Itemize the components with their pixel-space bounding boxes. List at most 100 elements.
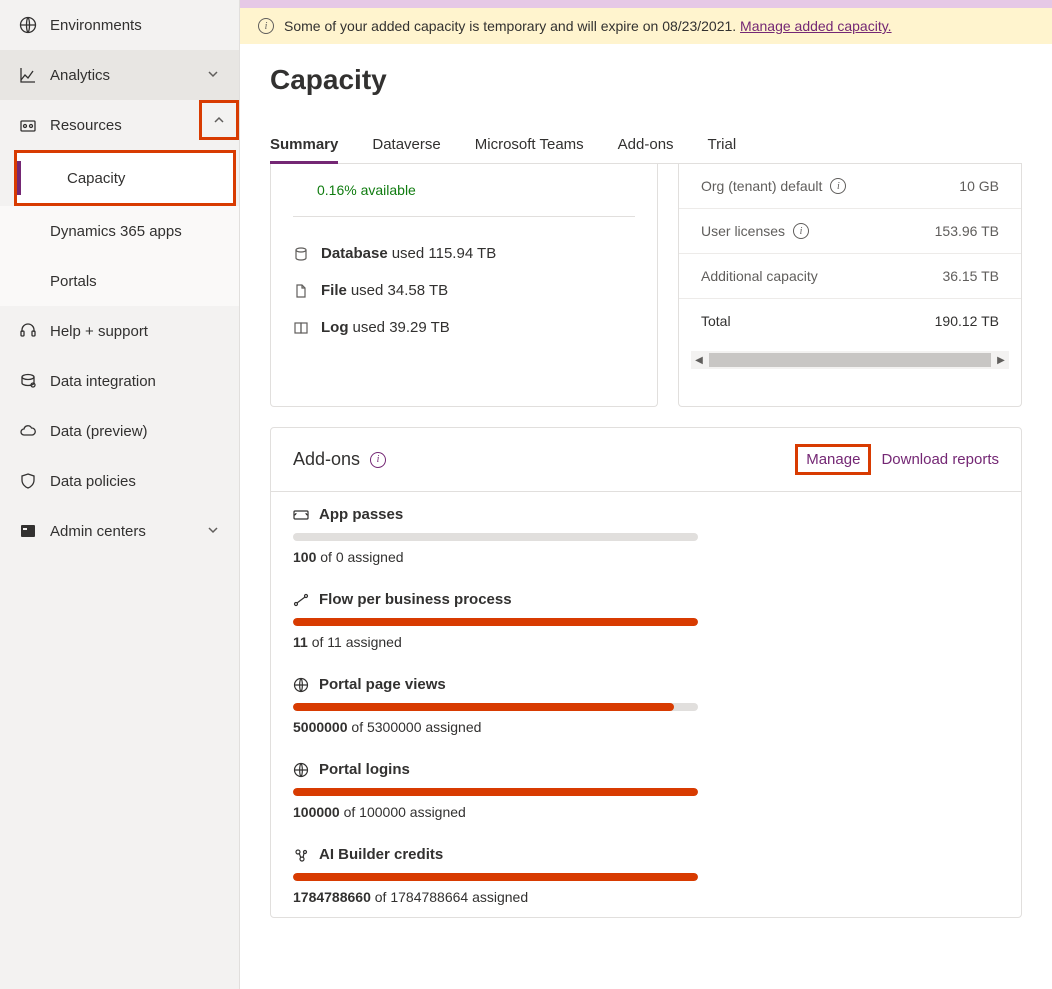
- highlight-manage-box: Manage: [795, 444, 871, 475]
- globe-icon: [293, 677, 309, 693]
- main: i Some of your added capacity is tempora…: [240, 0, 1052, 989]
- table-row: User licensesi 153.96 TB: [679, 209, 1021, 254]
- shield-icon: [18, 471, 38, 491]
- info-icon[interactable]: i: [830, 178, 846, 194]
- row-key: User licenses: [701, 223, 785, 239]
- ai-icon: [293, 847, 309, 863]
- globe-icon: [293, 762, 309, 778]
- notification-banner: i Some of your added capacity is tempora…: [240, 8, 1052, 44]
- horizontal-scrollbar[interactable]: ◀ ▶: [691, 351, 1009, 369]
- sidebar-label: Data integration: [50, 373, 221, 390]
- sidebar-item-data-preview[interactable]: Data (preview): [0, 406, 239, 456]
- scroll-right-icon[interactable]: ▶: [993, 355, 1009, 366]
- row-key: Additional capacity: [701, 268, 818, 284]
- banner-message: Some of your added capacity is temporary…: [284, 18, 740, 34]
- progress-bar: [293, 533, 698, 541]
- banner-text: Some of your added capacity is temporary…: [284, 18, 892, 34]
- chevron-down-icon: [207, 68, 221, 82]
- storage-usage-card: 0.16% available Database used 115.94 TB …: [270, 164, 658, 407]
- addon-name: Portal page views: [319, 676, 446, 693]
- sidebar-item-admin-centers[interactable]: Admin centers: [0, 506, 239, 556]
- sidebar-label: Help + support: [50, 323, 221, 340]
- usage-row-file: File used 34.58 TB: [293, 272, 635, 309]
- usage-row-log: Log used 39.29 TB: [293, 309, 635, 346]
- sidebar-label: Admin centers: [50, 523, 207, 540]
- sidebar-item-help[interactable]: Help + support: [0, 306, 239, 356]
- tabs: Summary Dataverse Microsoft Teams Add-on…: [270, 126, 1022, 164]
- addon-app-passes: App passes 100 of 0 assigned: [271, 492, 1021, 577]
- addon-name: Flow per business process: [319, 591, 512, 608]
- info-icon[interactable]: i: [370, 452, 386, 468]
- sidebar-label: Capacity: [67, 170, 215, 187]
- row-value: 10 GB: [959, 178, 999, 194]
- tab-dataverse[interactable]: Dataverse: [372, 126, 440, 163]
- tab-add-ons[interactable]: Add-ons: [618, 126, 674, 163]
- ticket-icon: [293, 508, 309, 522]
- sidebar-label: Data policies: [50, 473, 221, 490]
- sidebar-item-analytics[interactable]: Analytics: [0, 50, 239, 100]
- download-reports-link[interactable]: Download reports: [881, 451, 999, 468]
- addon-flow: Flow per business process 11 of 11 assig…: [271, 577, 1021, 662]
- manage-added-capacity-link[interactable]: Manage added capacity.: [740, 18, 892, 34]
- chevron-down-icon: [207, 524, 221, 538]
- page-title: Capacity: [270, 64, 1022, 96]
- log-icon: [293, 320, 309, 336]
- addon-ai-builder: AI Builder credits 1784788660 of 1784788…: [271, 832, 1021, 917]
- scrollbar-track[interactable]: [709, 353, 991, 367]
- sidebar-item-capacity[interactable]: Capacity: [14, 150, 236, 206]
- row-value: 36.15 TB: [942, 268, 999, 284]
- divider: [293, 216, 635, 217]
- info-icon[interactable]: i: [793, 223, 809, 239]
- sidebar-label: Environments: [50, 17, 221, 34]
- chart-icon: [18, 65, 38, 85]
- addon-meta: 100 of 0 assigned: [293, 549, 999, 565]
- content: Capacity Summary Dataverse Microsoft Tea…: [240, 44, 1052, 989]
- sidebar: Environments Analytics Resources Capacit…: [0, 0, 240, 989]
- capacity-sources-card: Org (tenant) defaulti 10 GB User license…: [678, 164, 1022, 407]
- sidebar-label: Dynamics 365 apps: [50, 223, 221, 240]
- sidebar-label: Resources: [50, 117, 221, 134]
- addon-portal-logins: Portal logins 100000 of 100000 assigned: [271, 747, 1021, 832]
- usage-text: Database used 115.94 TB: [321, 245, 496, 262]
- progress-bar: [293, 788, 698, 796]
- progress-bar: [293, 618, 698, 626]
- usage-row-database: Database used 115.94 TB: [293, 235, 635, 272]
- tab-trial[interactable]: Trial: [708, 126, 737, 163]
- headset-icon: [18, 321, 38, 341]
- addon-meta: 11 of 11 assigned: [293, 634, 999, 650]
- sidebar-item-dynamics365[interactable]: Dynamics 365 apps: [0, 206, 239, 256]
- progress-bar: [293, 703, 698, 711]
- manage-link[interactable]: Manage: [806, 451, 860, 468]
- table-row: Additional capacity 36.15 TB: [679, 254, 1021, 299]
- usage-text: File used 34.58 TB: [321, 282, 448, 299]
- sidebar-item-data-policies[interactable]: Data policies: [0, 456, 239, 506]
- addon-portal-views: Portal page views 5000000 of 5300000 ass…: [271, 662, 1021, 747]
- progress-bar: [293, 873, 698, 881]
- addons-title: Add-ons: [293, 449, 360, 470]
- tab-summary[interactable]: Summary: [270, 126, 338, 163]
- sidebar-item-data-integration[interactable]: Data integration: [0, 356, 239, 406]
- chevron-up-icon: [213, 114, 225, 126]
- sidebar-label: Analytics: [50, 67, 207, 84]
- addon-meta: 5000000 of 5300000 assigned: [293, 719, 999, 735]
- sidebar-label: Data (preview): [50, 423, 221, 440]
- addon-name: App passes: [319, 506, 403, 523]
- sidebar-item-environments[interactable]: Environments: [0, 0, 239, 50]
- row-value: 190.12 TB: [935, 313, 999, 329]
- accent-bar: [240, 0, 1052, 8]
- admin-icon: [18, 521, 38, 541]
- table-row: Org (tenant) defaulti 10 GB: [679, 164, 1021, 209]
- usage-text: Log used 39.29 TB: [321, 319, 450, 336]
- sidebar-item-portals[interactable]: Portals: [0, 256, 239, 306]
- addon-meta: 1784788660 of 1784788664 assigned: [293, 889, 999, 905]
- database-icon: [293, 246, 309, 262]
- tab-microsoft-teams[interactable]: Microsoft Teams: [475, 126, 584, 163]
- highlight-chevron-box: [199, 100, 239, 140]
- integration-icon: [18, 371, 38, 391]
- flow-icon: [293, 593, 309, 607]
- table-row-total: Total 190.12 TB: [679, 299, 1021, 343]
- addon-name: AI Builder credits: [319, 846, 443, 863]
- cloud-icon: [18, 421, 38, 441]
- scroll-left-icon[interactable]: ◀: [691, 355, 707, 366]
- file-icon: [293, 283, 309, 299]
